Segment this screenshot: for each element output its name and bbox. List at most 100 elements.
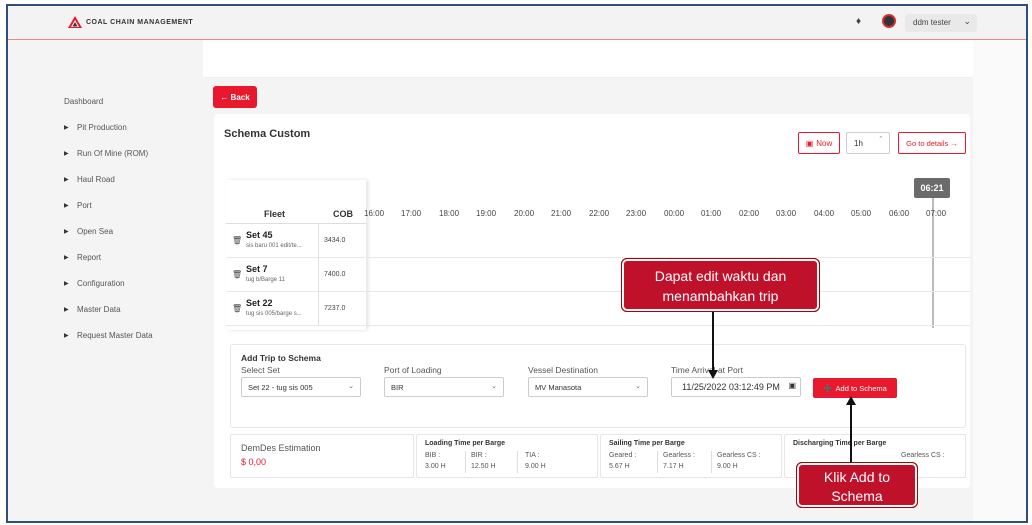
sidebar-item-label: Configuration xyxy=(77,278,125,288)
current-time-marker: 06:21 xyxy=(914,178,950,198)
sidebar-item-master-data[interactable]: ▶ Master Data xyxy=(64,296,153,322)
range-select[interactable]: 1h ˆ xyxy=(846,132,890,154)
divider xyxy=(657,451,658,473)
loading-key: TIA : xyxy=(525,452,540,459)
caret-right-icon: ▶ xyxy=(64,202,69,209)
vessel-destination-dropdown[interactable]: MV Manasota ⌄ xyxy=(528,377,648,397)
fleet-cob: 7237.0 xyxy=(324,305,346,312)
back-button[interactable]: ← Back xyxy=(213,86,257,108)
user-menu[interactable]: ddm tester ⌄ xyxy=(905,14,977,32)
annotation-callout-add: Klik Add to Schema xyxy=(796,462,918,508)
discharging-time-title: Discharging Time per Barge xyxy=(793,440,887,447)
sailing-value: 7.17 H xyxy=(663,463,684,470)
loading-time-box: Loading Time per Barge BIB : 3.00 H BIR … xyxy=(416,434,598,478)
trash-icon[interactable]: 🗑 xyxy=(232,270,242,279)
fleet-header: Fleet COB xyxy=(226,202,366,224)
sidebar-item-label: Request Master Data xyxy=(77,330,153,340)
plus-circle-icon: ➕ xyxy=(823,383,833,393)
port-of-loading-label: Port of Loading xyxy=(384,365,442,375)
chevron-down-icon: ⌄ xyxy=(348,383,354,390)
time-tick: 05:00 xyxy=(851,209,872,218)
caret-right-icon: ▶ xyxy=(64,280,69,287)
trash-icon[interactable]: 🗑 xyxy=(232,236,242,245)
fleet-sub: sis baru 001 edit/te... xyxy=(246,243,302,249)
time-tick: 06:00 xyxy=(889,209,910,218)
sidebar-item-haul-road[interactable]: ▶ Haul Road xyxy=(64,166,153,192)
fleet-row[interactable]: 🗑 Set 7 tug b/Barge 11 7400.0 xyxy=(226,258,970,292)
fleet-row[interactable]: 🗑 Set 45 sis baru 001 edit/te... 3434.0 xyxy=(226,224,970,258)
loading-key: BIR : xyxy=(471,452,487,459)
time-tick: 20:00 xyxy=(514,209,535,218)
select-set-dropdown[interactable]: Set 22 - tug sis 005 ⌄ xyxy=(241,377,361,397)
time-tick: 16:00 xyxy=(364,209,385,218)
demdes-estimation: DemDes Estimation $ 0,00 xyxy=(230,434,414,478)
add-to-schema-button[interactable]: ➕ Add to Schema xyxy=(813,378,897,398)
sidebar-item-pit-production[interactable]: ▶ Pit Production xyxy=(64,114,153,140)
caret-right-icon: ▶ xyxy=(64,332,69,339)
annotation-arrow-head xyxy=(708,370,718,379)
brand-name: COAL CHAIN MANAGEMENT xyxy=(86,18,194,26)
sidebar-item-configuration[interactable]: ▶ Configuration xyxy=(64,270,153,296)
add-to-schema-label: Add to Schema xyxy=(835,383,887,393)
fleet-name: Set 45 xyxy=(246,230,273,240)
port-value: BIR xyxy=(391,383,404,392)
fleet-sub: tug b/Barge 11 xyxy=(246,277,285,283)
app-window: COAL CHAIN MANAGEMENT ♦ ddm tester ⌄ Das… xyxy=(6,4,1028,523)
sidebar-item-request-master-data[interactable]: ▶ Request Master Data xyxy=(64,322,153,348)
calendar-icon[interactable]: ▣ xyxy=(788,381,796,390)
annotation-arrow-line xyxy=(712,306,714,372)
sidebar-item-label: Pit Production xyxy=(77,122,127,132)
column-divider xyxy=(318,258,319,292)
chevron-down-icon: ⌄ xyxy=(635,383,641,390)
sidebar-item-rom[interactable]: ▶ Run Of Mine (ROM) xyxy=(64,140,153,166)
trash-icon[interactable]: 🗑 xyxy=(232,304,242,313)
sailing-key: Gearless : xyxy=(663,452,695,459)
select-set-value: Set 22 - tug sis 005 xyxy=(248,383,313,392)
sidebar-item-label: Dashboard xyxy=(64,96,104,106)
sailing-value: 9.00 H xyxy=(717,463,738,470)
go-to-details-button[interactable]: Go to details → xyxy=(898,132,966,154)
annotation-arrow-line xyxy=(850,404,852,464)
bell-icon[interactable]: ♦ xyxy=(856,16,861,27)
sidebar-item-open-sea[interactable]: ▶ Open Sea xyxy=(64,218,153,244)
annotation-callout-edit: Dapat edit waktu dan menambahkan trip xyxy=(621,258,820,312)
loading-key: BIB : xyxy=(425,452,441,459)
fleet-name: Set 7 xyxy=(246,264,268,274)
sidebar-item-report[interactable]: ▶ Report xyxy=(64,244,153,270)
fleet-row[interactable]: 🗑 Set 22 tug sis 005/barge s... 7237.0 xyxy=(226,292,970,326)
vessel-destination-label: Vessel Destination xyxy=(528,365,598,375)
logo-icon xyxy=(68,16,82,28)
time-arrival-input[interactable]: 11/25/2022 03:12:49 PM ▣ xyxy=(671,377,801,397)
time-tick: 23:00 xyxy=(626,209,647,218)
chevron-down-icon: ⌄ xyxy=(491,383,497,390)
chevron-down-icon: ˆ xyxy=(879,137,882,144)
brand-logo[interactable]: COAL CHAIN MANAGEMENT xyxy=(68,16,193,28)
discharging-key: Gearless CS : xyxy=(901,452,945,459)
loading-value: 12.50 H xyxy=(471,463,496,470)
port-of-loading-dropdown[interactable]: BIR ⌄ xyxy=(384,377,504,397)
time-tick: 19:00 xyxy=(476,209,497,218)
sidebar-item-label: Haul Road xyxy=(77,174,115,184)
sailing-key: Gearless CS : xyxy=(717,452,761,459)
sidebar-item-dashboard[interactable]: Dashboard xyxy=(64,88,153,114)
caret-right-icon: ▶ xyxy=(64,150,69,157)
sidebar-item-port[interactable]: ▶ Port xyxy=(64,192,153,218)
time-tick: 02:00 xyxy=(739,209,760,218)
annotation-arrow-head xyxy=(846,396,856,405)
time-tick: 01:00 xyxy=(701,209,722,218)
sidebar-item-label: Report xyxy=(77,252,102,262)
schema-card: Schema Custom ▣ Now 1h ˆ Go to details →… xyxy=(214,114,970,488)
vessel-value: MV Manasota xyxy=(535,383,582,392)
sidebar-item-label: Master Data xyxy=(77,304,121,314)
chevron-down-icon: ⌄ xyxy=(963,16,971,26)
fleet-cob: 7400.0 xyxy=(324,271,346,278)
avatar[interactable] xyxy=(882,14,896,28)
now-button[interactable]: ▣ Now xyxy=(798,132,840,154)
sidebar-item-label: Open Sea xyxy=(77,226,114,236)
fleet-column-header: Fleet xyxy=(264,209,286,219)
time-tick: 17:00 xyxy=(401,209,422,218)
fleet-name: Set 22 xyxy=(246,298,273,308)
loading-value: 9.00 H xyxy=(525,463,546,470)
add-trip-form: Add Trip to Schema Select Set Set 22 - t… xyxy=(230,344,966,428)
caret-right-icon: ▶ xyxy=(64,254,69,261)
